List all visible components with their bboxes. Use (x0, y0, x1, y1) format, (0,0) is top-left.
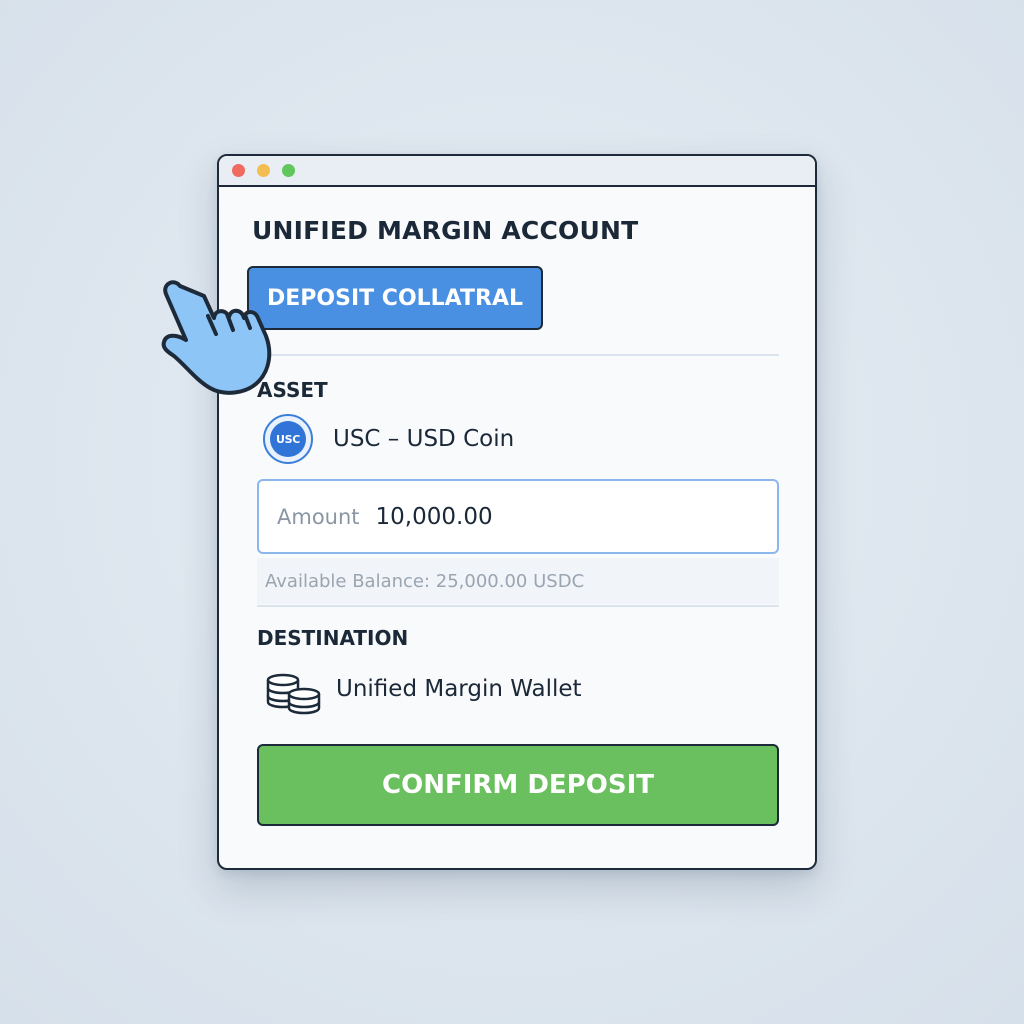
divider (257, 354, 779, 356)
pointing-hand-icon (161, 280, 272, 395)
maximize-window-button[interactable] (282, 164, 295, 177)
coins-stack-icon (266, 673, 321, 715)
app-window: UNIFIED MARGIN ACCOUNT DEPOSIT COLLATRAL… (217, 154, 817, 870)
page-title: UNIFIED MARGIN ACCOUNT (252, 216, 639, 245)
amount-field[interactable]: Amount (257, 479, 779, 554)
available-balance-text: Available Balance: 25,000.00 USDC (265, 570, 585, 592)
amount-label: Amount (277, 504, 360, 529)
amount-input[interactable] (375, 503, 636, 530)
minimize-window-button[interactable] (257, 164, 270, 177)
coin-ticker-badge: USC (270, 421, 306, 457)
confirm-deposit-button[interactable]: CONFIRM DEPOSIT (257, 744, 779, 826)
usdc-coin-icon: USC (263, 414, 313, 464)
divider (257, 605, 779, 607)
destination-section-label: DESTINATION (257, 626, 409, 650)
deposit-collateral-button[interactable]: DEPOSIT COLLATRAL (247, 266, 543, 330)
stage: UNIFIED MARGIN ACCOUNT DEPOSIT COLLATRAL… (0, 0, 1024, 1024)
title-bar (219, 156, 815, 187)
destination-wallet-name[interactable]: Unified Margin Wallet (336, 676, 582, 702)
close-window-button[interactable] (232, 164, 245, 177)
asset-name[interactable]: USC – USD Coin (333, 426, 514, 452)
available-balance-row: Available Balance: 25,000.00 USDC (257, 558, 779, 604)
